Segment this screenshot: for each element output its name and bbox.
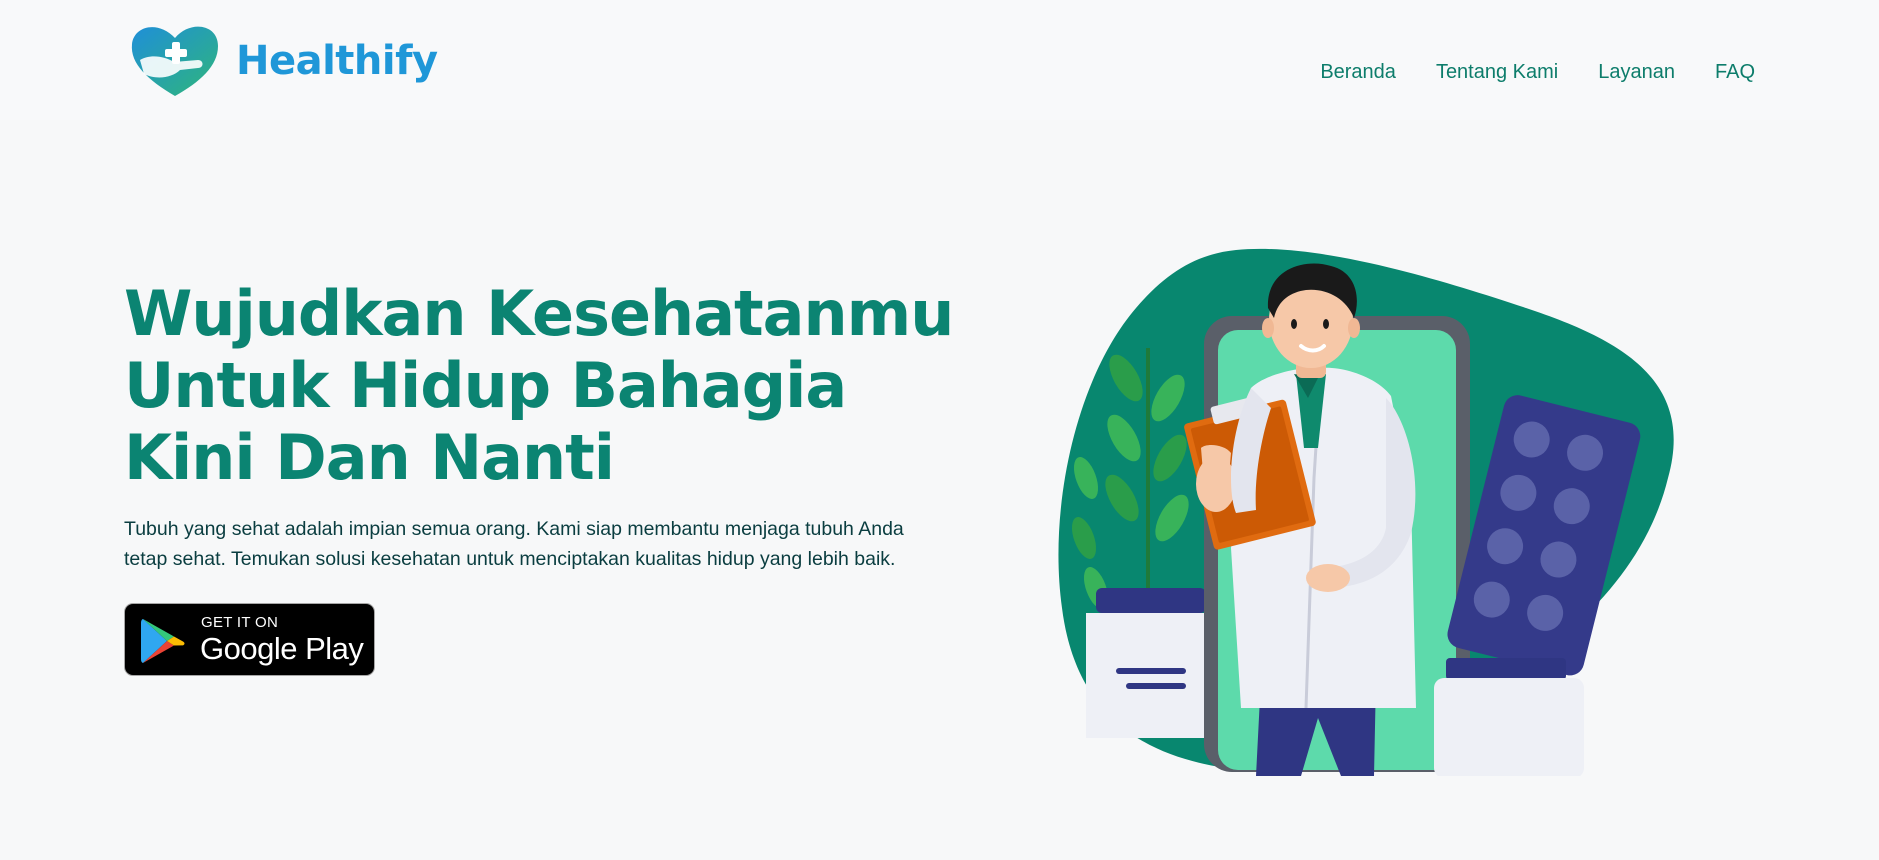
nav-item-tentang-kami[interactable]: Tentang Kami (1436, 58, 1558, 86)
google-play-button[interactable]: GET IT ON Google Play (124, 603, 375, 676)
brand-name: Healthify (236, 38, 438, 84)
site-header: Healthify Beranda Tentang Kami Layanan F… (0, 0, 1879, 120)
nav-item-faq[interactable]: FAQ (1715, 58, 1755, 86)
heart-cross-hand-icon (131, 26, 218, 96)
brand-logo[interactable]: Healthify (128, 20, 438, 102)
main-nav: Beranda Tentang Kami Layanan FAQ (1320, 58, 1755, 86)
google-play-small-text: GET IT ON (201, 614, 279, 631)
doctor-with-clipboard-illustration (1058, 248, 1674, 776)
nav-item-beranda[interactable]: Beranda (1320, 58, 1396, 86)
hero-title: Wujudkan Kesehatanmu Untuk Hidup Bahagia… (124, 277, 954, 494)
google-play-big-text: Google Play (200, 631, 364, 666)
nav-item-layanan[interactable]: Layanan (1598, 58, 1675, 86)
google-play-icon (141, 619, 185, 663)
hero-description: Tubuh yang sehat adalah impian semua ora… (124, 518, 904, 570)
